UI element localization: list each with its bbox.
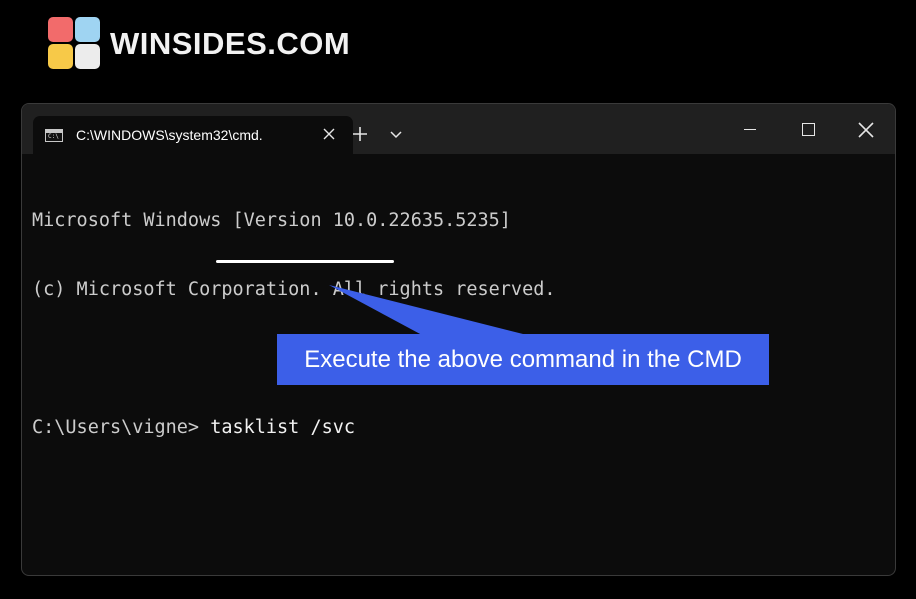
logo-tile-blue <box>75 17 100 42</box>
logo-tile-red <box>48 17 73 42</box>
winsides-logo: WINSIDES.COM <box>48 17 350 71</box>
logo-tile-yellow <box>48 44 73 69</box>
brand-name: WINSIDES.COM <box>110 26 351 61</box>
windows-logo-icon <box>48 17 102 71</box>
terminal-window: C:\ C:\WINDOWS\system32\cmd. Microsoft W… <box>21 103 896 576</box>
annotation-callout: Execute the above command in the CMD <box>277 334 769 385</box>
logo-tile-white <box>75 44 100 69</box>
